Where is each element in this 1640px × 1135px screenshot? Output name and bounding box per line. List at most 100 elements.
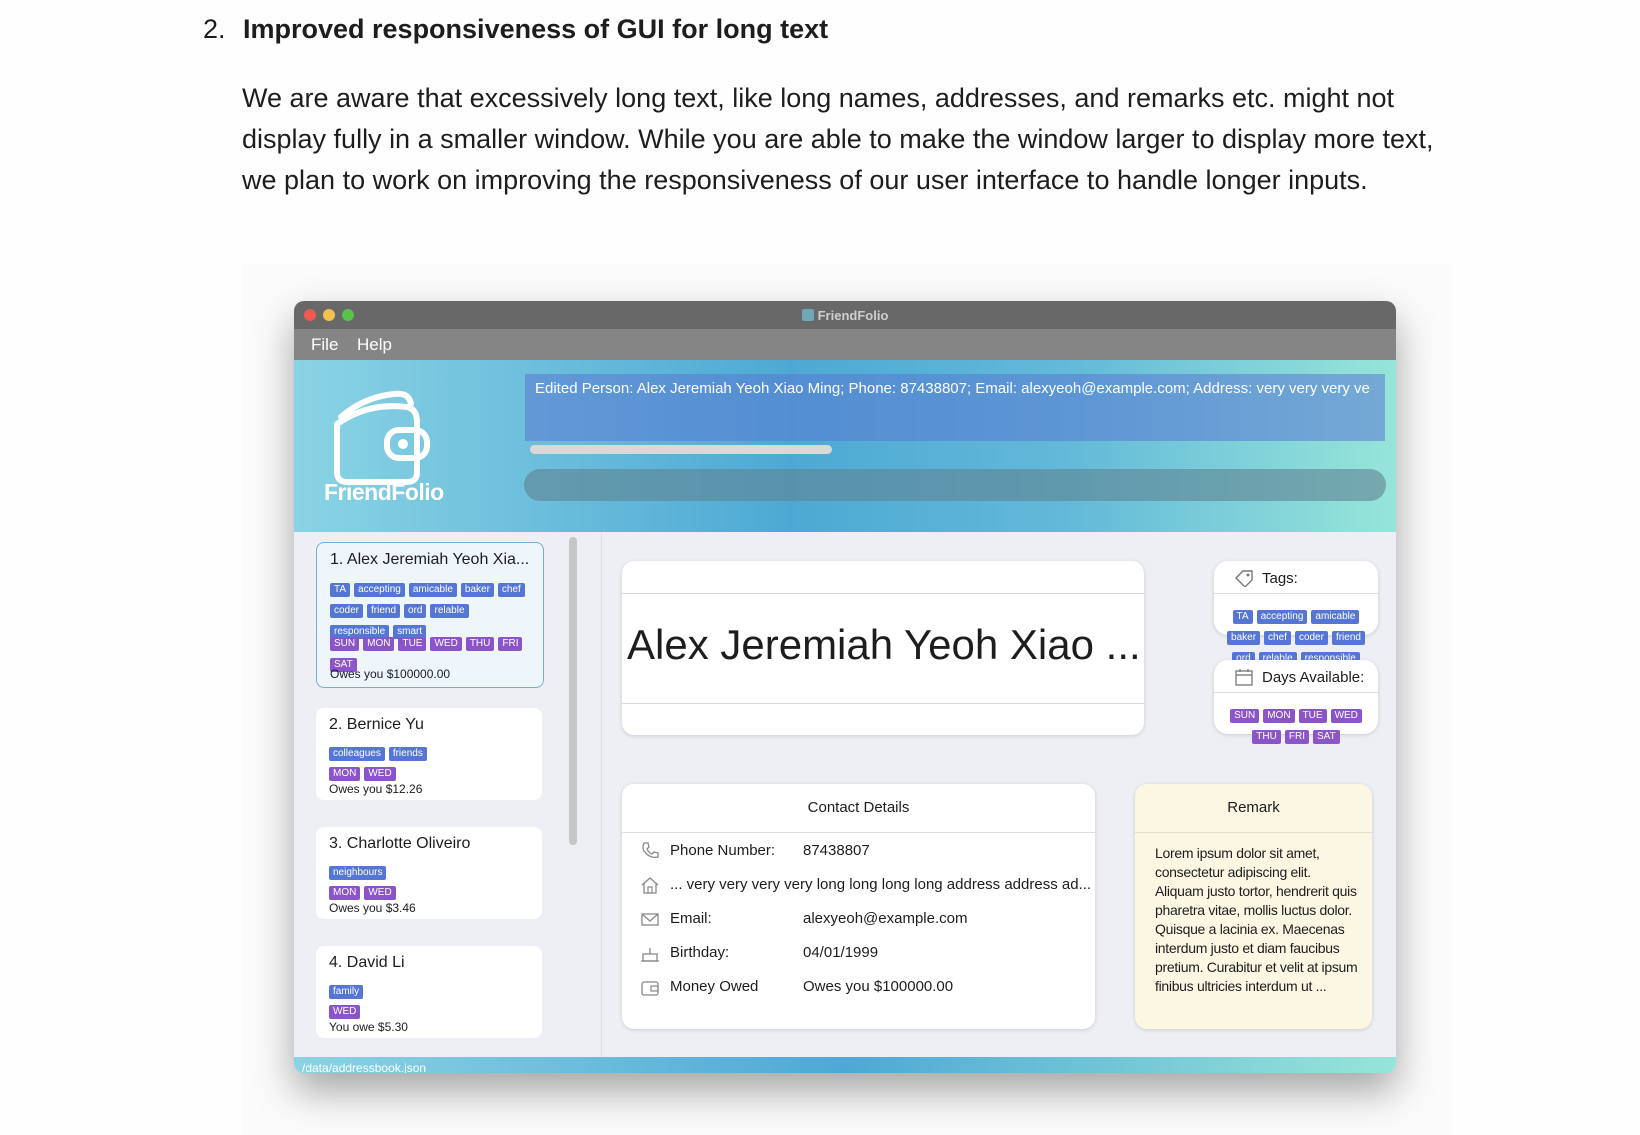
person-card[interactable]: 3. Charlotte Oliveiro neighbours MON WED … <box>316 827 542 919</box>
detail-days: SUN MON TUE WED THU FRI SAT <box>1224 705 1372 747</box>
menu-file[interactable]: File <box>311 335 338 355</box>
window-title: FriendFolio <box>294 308 1396 323</box>
menu-help[interactable]: Help <box>357 335 392 355</box>
day-tag: MON <box>1263 709 1295 723</box>
menu-bar: File Help <box>294 329 1396 360</box>
person-list-scrollbar[interactable] <box>569 537 577 845</box>
phone-icon <box>642 842 659 859</box>
birthday-value: 04/01/1999 <box>803 944 879 961</box>
status-file-path: /data/addressbook.json <box>302 1061 427 1073</box>
person-days: MON WED <box>329 763 534 784</box>
phone-label: Phone Number: <box>670 842 776 859</box>
remark-text: Lorem ipsum dolor sit amet, consectetur … <box>1155 845 1358 994</box>
phone-row: Phone Number: 87438807 <box>640 840 1085 862</box>
person-owes: Owes you $3.46 <box>329 901 416 915</box>
contact-details-card: Contact Details Phone Number: 87438807 .… <box>622 784 1095 1029</box>
day-tag: WED <box>1330 709 1362 723</box>
person-days: WED <box>329 1001 534 1022</box>
window-title-text: FriendFolio <box>817 308 889 323</box>
header-banner: FriendFolio Edited Person: Alex Jeremiah… <box>294 360 1396 532</box>
contact-details-title: Contact Details <box>807 799 910 816</box>
email-value: alexyeoh@example.com <box>803 910 968 927</box>
cake-icon <box>641 948 659 962</box>
money-row: Money Owed Owes you $100000.00 <box>640 976 1085 998</box>
day-tag: MON <box>329 886 361 900</box>
tag: ord <box>404 604 427 618</box>
email-row: Email: alexyeoh@example.com <box>640 908 1085 930</box>
tag: neighbours <box>329 866 387 880</box>
section-title: Improved responsiveness of GUI for long … <box>243 14 829 44</box>
person-name: 4. David Li <box>329 954 405 971</box>
money-label: Money Owed <box>670 978 759 995</box>
days-label: Days Available: <box>1262 669 1365 686</box>
person-card[interactable]: 1. Alex Jeremiah Yeoh Xia... TA accepting… <box>316 542 544 688</box>
tag: amicable <box>1311 610 1360 624</box>
address-row: ... very very very very long long long l… <box>640 874 1091 896</box>
tag: family <box>329 985 364 999</box>
result-text: Edited Person: Alex Jeremiah Yeoh Xiao M… <box>535 380 1370 397</box>
day-tag: MON <box>363 637 395 651</box>
app-window: FriendFolio File Help FriendFolio Edited… <box>294 301 1396 1073</box>
day-tag: SUN <box>1230 709 1260 723</box>
name-card: Alex Jeremiah Yeoh Xiao ... <box>622 561 1144 735</box>
section-number: 2. <box>203 14 226 44</box>
home-icon <box>641 877 659 894</box>
tag: amicable <box>408 583 457 597</box>
section-paragraph: We are aware that excessively long text,… <box>242 83 1434 195</box>
tag: relable <box>430 604 469 618</box>
result-display: Edited Person: Alex Jeremiah Yeoh Xiao M… <box>525 374 1385 441</box>
days-panel: Days Available: SUN MON TUE WED THU FRI SAT <box>1214 660 1378 744</box>
calendar-icon <box>1235 669 1253 686</box>
person-name: 2. Bernice Yu <box>329 716 424 733</box>
person-card[interactable]: 4. David Li family WED You owe $5.30 <box>316 946 542 1038</box>
tag: TA <box>1232 610 1253 624</box>
section-heading: 2. Improved responsiveness of GUI for lon… <box>203 14 828 45</box>
tag: accepting <box>1256 610 1308 624</box>
day-tag: WED <box>430 637 462 651</box>
tag: friends <box>388 747 427 761</box>
birthday-label: Birthday: <box>670 944 730 961</box>
title-bar: FriendFolio <box>294 301 1396 330</box>
person-detail-panel: Alex Jeremiah Yeoh Xiao ... Tags: TA acce… <box>602 532 1396 1057</box>
detail-name: Alex Jeremiah Yeoh Xiao ... <box>627 621 1141 668</box>
person-owes: Owes you $100000.00 <box>330 667 451 681</box>
day-tag: FRI <box>498 637 523 651</box>
remark-title: Remark <box>1227 799 1280 816</box>
email-icon <box>641 913 659 926</box>
wallet-icon <box>641 981 659 996</box>
tag-icon <box>1235 570 1253 587</box>
logo-text: FriendFolio <box>324 479 444 505</box>
tag: coder <box>330 604 364 618</box>
tag: friend <box>367 604 401 618</box>
day-tag: SAT <box>1312 730 1340 744</box>
day-tag: FRI <box>1284 730 1309 744</box>
tag: accepting <box>354 583 405 597</box>
day-tag: TUE <box>398 637 427 651</box>
person-name: 1. Alex Jeremiah Yeoh Xia... <box>330 551 530 568</box>
person-card[interactable]: 2. Bernice Yu colleagues friends MON WED O… <box>316 708 542 800</box>
tag: baker <box>1227 631 1261 645</box>
tag: baker <box>460 583 494 597</box>
tag: coder <box>1294 631 1328 645</box>
tag: chef <box>1264 631 1291 645</box>
app-icon <box>801 309 814 321</box>
tag: friend <box>1331 631 1365 645</box>
day-tag: WED <box>329 1005 361 1019</box>
birthday-row: Birthday: 04/01/1999 <box>640 942 1085 964</box>
person-days: MON WED <box>329 882 534 903</box>
person-tags: family <box>329 981 534 1002</box>
person-name: 3. Charlotte Oliveiro <box>329 835 471 852</box>
day-tag: THU <box>465 637 495 651</box>
tag: colleagues <box>329 747 385 761</box>
person-tags: colleagues friends <box>329 743 534 764</box>
command-input[interactable] <box>524 469 1386 501</box>
tag: TA <box>330 583 351 597</box>
day-tag: MON <box>329 767 361 781</box>
tag: chef <box>497 583 525 597</box>
day-tag: WED <box>364 767 396 781</box>
person-owes: Owes you $12.26 <box>329 782 423 796</box>
day-tag: TUE <box>1298 709 1327 723</box>
person-tags: neighbours <box>329 862 534 883</box>
result-horizontal-scrollbar[interactable] <box>530 445 832 454</box>
money-value: Owes you $100000.00 <box>803 978 954 995</box>
